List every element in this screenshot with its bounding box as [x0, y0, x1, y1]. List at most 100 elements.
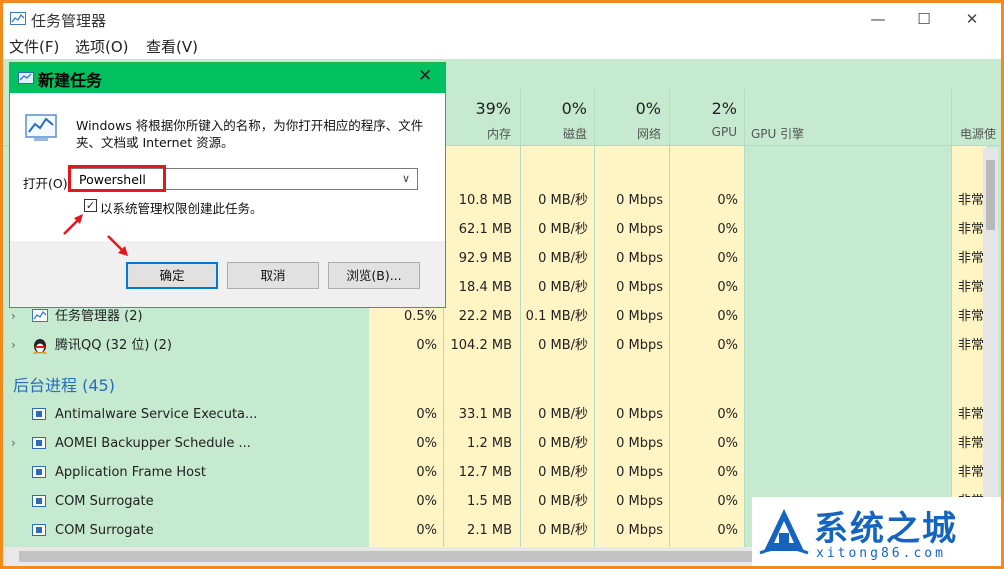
cpu-cell: 0%: [416, 494, 437, 509]
disk-cell: 0 MB/秒: [538, 523, 588, 538]
cpu-cell: 0%: [416, 338, 437, 353]
vertical-scroll-thumb[interactable]: [986, 160, 995, 230]
process-icon: [32, 466, 46, 478]
disk-cell: 0 MB/秒: [538, 222, 588, 237]
gpu-cell: 0%: [717, 251, 738, 266]
brand-url: xitong86.com: [816, 546, 946, 561]
admin-checkbox-label[interactable]: 以系统管理权限创建此任务。: [100, 198, 263, 217]
memory-cell: 104.2 MB: [450, 338, 512, 353]
power-usage-header[interactable]: 电源使: [960, 125, 996, 142]
table-row[interactable]: › 腾讯QQ (32 位) (2) 0% 104.2 MB 0 MB/秒 0 M…: [3, 331, 1001, 360]
disk-cell: 0 MB/秒: [538, 251, 588, 266]
table-row[interactable]: Application Frame Host 0% 12.7 MB 0 MB/秒…: [3, 458, 1001, 487]
gpu-cell: 0%: [717, 436, 738, 451]
close-button[interactable]: ✕: [949, 6, 995, 32]
network-cell: 0 Mbps: [616, 523, 663, 538]
menu-file[interactable]: 文件(F): [9, 36, 59, 57]
memory-cell: 12.7 MB: [458, 465, 512, 480]
process-icon: [32, 408, 46, 420]
open-combobox-input[interactable]: [68, 168, 418, 190]
dialog-description: Windows 将根据你所键入的名称，为你打开相应的程序、文件夹、文档或 Int…: [76, 118, 424, 150]
process-icon: [32, 437, 46, 449]
network-cell: 0 Mbps: [616, 280, 663, 295]
qq-penguin-icon: [33, 339, 47, 354]
network-cell: 0 Mbps: [616, 436, 663, 451]
power-cell: 非常: [958, 222, 985, 237]
gpu-cell: 0%: [717, 338, 738, 353]
memory-cell: 22.2 MB: [458, 309, 512, 324]
maximize-button[interactable]: ☐: [901, 6, 947, 32]
menu-bar: 文件(F) 选项(O) 查看(V): [3, 33, 1001, 59]
disk-header-label[interactable]: 磁盘: [525, 125, 587, 142]
dialog-close-button[interactable]: ✕: [418, 66, 432, 86]
disk-cell: 0 MB/秒: [538, 436, 588, 451]
gpu-cell: 0%: [717, 465, 738, 480]
gpu-cell: 0%: [717, 309, 738, 324]
process-name: COM Surrogate: [55, 494, 154, 509]
expand-chevron-icon[interactable]: ›: [11, 331, 16, 360]
expand-chevron-icon[interactable]: ›: [11, 429, 16, 458]
network-header-label[interactable]: 网络: [599, 125, 661, 142]
cpu-cell: 0%: [416, 465, 437, 480]
menu-options[interactable]: 选项(O): [75, 36, 129, 57]
process-name: COM Surrogate: [55, 523, 154, 538]
power-cell: 非常: [958, 465, 985, 480]
table-row[interactable]: › AOMEI Backupper Schedule ... 0% 1.2 MB…: [3, 429, 1001, 458]
ok-button[interactable]: 确定: [126, 262, 218, 289]
process-name: Antimalware Service Executa...: [55, 407, 258, 422]
brand-name: 系统之城: [814, 509, 958, 549]
site-watermark: 系统之城 xitong86.com: [752, 497, 1002, 567]
memory-cell: 18.4 MB: [458, 280, 512, 295]
annotation-arrow-icon: [107, 235, 128, 256]
menu-view[interactable]: 查看(V): [146, 36, 198, 57]
network-cell: 0 Mbps: [616, 465, 663, 480]
disk-cell: 0.1 MB/秒: [525, 309, 588, 324]
chevron-down-icon[interactable]: ∨: [402, 172, 410, 185]
cpu-cell: 0%: [416, 523, 437, 538]
task-manager-icon: [10, 12, 26, 25]
horizontal-scroll-thumb[interactable]: [19, 551, 759, 562]
power-cell: 非常: [958, 251, 985, 266]
gpu-usage-header[interactable]: 2%: [675, 99, 737, 118]
memory-cell: 1.2 MB: [467, 436, 512, 451]
annotation-arrow-icon: [63, 214, 83, 235]
memory-usage-header[interactable]: 39%: [449, 99, 511, 118]
gpu-engine-header[interactable]: GPU 引擎: [751, 125, 804, 142]
dialog-title-bar: 新建任务 ✕: [10, 63, 445, 93]
memory-cell: 33.1 MB: [458, 407, 512, 422]
admin-checkbox[interactable]: ✓: [84, 199, 97, 212]
memory-header-label[interactable]: 内存: [449, 125, 511, 142]
network-cell: 0 Mbps: [616, 251, 663, 266]
cpu-cell: 0%: [416, 436, 437, 451]
gpu-cell: 0%: [717, 280, 738, 295]
gpu-cell: 0%: [717, 193, 738, 208]
disk-usage-header[interactable]: 0%: [525, 99, 587, 118]
background-processes-group[interactable]: 后台进程 (45): [13, 372, 115, 396]
gpu-cell: 0%: [717, 494, 738, 509]
title-bar: 任务管理器 — ☐ ✕: [3, 3, 1001, 33]
cancel-button[interactable]: 取消: [227, 262, 319, 289]
memory-cell: 10.8 MB: [458, 193, 512, 208]
disk-cell: 0 MB/秒: [538, 407, 588, 422]
table-row[interactable]: Antimalware Service Executa... 0% 33.1 M…: [3, 400, 1001, 429]
disk-cell: 0 MB/秒: [538, 193, 588, 208]
process-icon: [32, 495, 46, 507]
memory-cell: 62.1 MB: [458, 222, 512, 237]
power-cell: 非常: [958, 280, 985, 295]
network-usage-header[interactable]: 0%: [599, 99, 661, 118]
dialog-title: 新建任务: [38, 71, 103, 90]
browse-button[interactable]: 浏览(B)...: [328, 262, 420, 289]
vertical-scrollbar[interactable]: [983, 148, 998, 508]
memory-cell: 2.1 MB: [467, 523, 512, 538]
network-cell: 0 Mbps: [616, 222, 663, 237]
power-cell: 非常: [958, 436, 985, 451]
gpu-cell: 0%: [717, 407, 738, 422]
gpu-header-label[interactable]: GPU: [675, 125, 737, 139]
network-cell: 0 Mbps: [616, 193, 663, 208]
task-manager-icon: [32, 309, 48, 322]
network-cell: 0 Mbps: [616, 407, 663, 422]
minimize-button[interactable]: —: [855, 6, 901, 32]
gpu-cell: 0%: [717, 523, 738, 538]
gpu-cell: 0%: [717, 222, 738, 237]
disk-cell: 0 MB/秒: [538, 494, 588, 509]
